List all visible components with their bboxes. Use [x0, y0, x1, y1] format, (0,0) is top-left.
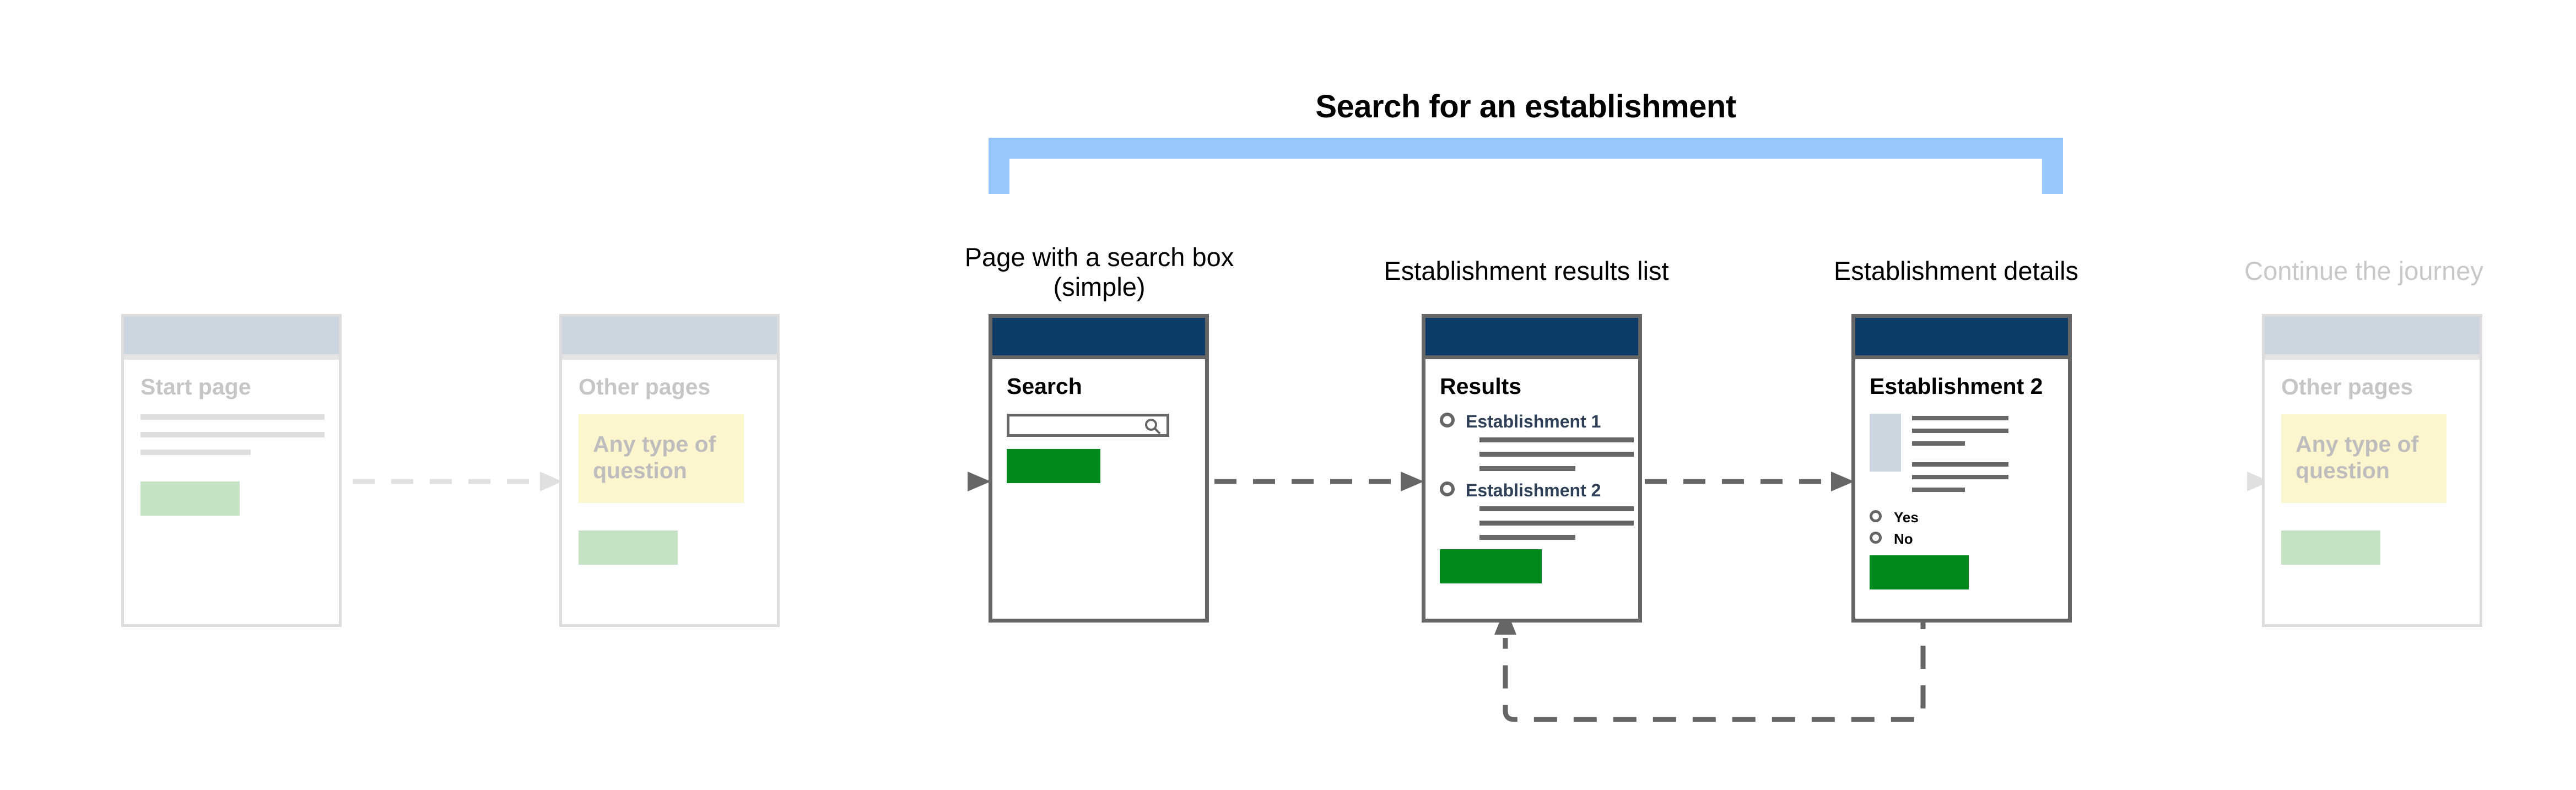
connector-other-to-search: [782, 469, 991, 494]
radio-button[interactable]: [1440, 413, 1455, 428]
skeleton-line: [141, 450, 251, 455]
details-continue-button[interactable]: [1870, 555, 1969, 589]
question-text: Any type of question: [2296, 431, 2419, 484]
card-label-continue-journey: Continue the journey: [2244, 256, 2483, 285]
card-header-bar: [1855, 318, 2068, 355]
card-heading-search: Search: [1007, 374, 1082, 399]
card-header-bar: [1425, 318, 1638, 355]
radio-button[interactable]: [1440, 481, 1455, 496]
skeleton-line: [1479, 452, 1634, 457]
result-item[interactable]: Establishment 2: [1440, 480, 1634, 540]
card-results-list: Results Establishment 1 Establishment 2: [1422, 314, 1642, 623]
card-divider: [2265, 354, 2480, 360]
card-divider: [1855, 355, 2068, 359]
question-block: Any type of question: [2281, 414, 2447, 503]
card-continue-journey: Other pages Any type of question: [2262, 314, 2482, 627]
question-text: Any type of question: [593, 431, 716, 484]
result-detail-lines: [1479, 437, 1634, 471]
card-heading-results: Results: [1440, 374, 1522, 399]
question-block: Any type of question: [579, 414, 744, 503]
skeleton-line: [141, 414, 325, 420]
diagram-canvas: Search for an establishment Start page O…: [0, 0, 2576, 790]
primary-button-continue-journey[interactable]: [2281, 530, 2380, 565]
card-establishment-details: Establishment 2 Yes No: [1851, 314, 2072, 623]
card-heading-start-page: Start page: [141, 374, 251, 399]
card-heading-establishment-details: Establishment 2: [1870, 374, 2043, 399]
card-label-search-page: Page with a search box (simple): [964, 242, 1234, 302]
connector-search-to-results: [1214, 469, 1424, 494]
skeleton-line: [141, 432, 325, 437]
skeleton-line: [1912, 429, 2008, 433]
radio-option-no[interactable]: No: [1870, 531, 2054, 548]
skeleton-line: [1912, 441, 1965, 446]
card-divider: [562, 354, 777, 360]
image-placeholder-icon: [1870, 414, 1901, 472]
skeleton-line: [1479, 466, 1575, 471]
skeleton-line: [1912, 462, 2008, 467]
result-detail-lines: [1479, 506, 1634, 540]
skeleton-line: [1479, 437, 1634, 442]
scope-bracket-right-arm: [2042, 138, 2063, 194]
primary-button-start-page[interactable]: [141, 481, 240, 516]
card-divider: [992, 355, 1205, 359]
search-input[interactable]: [1007, 414, 1169, 437]
detail-content: [1870, 414, 2054, 500]
result-item[interactable]: Establishment 1: [1440, 412, 1634, 471]
card-divider: [124, 354, 339, 360]
skeleton-line: [1912, 416, 2008, 420]
connector-details-back-to-results: [1488, 606, 1945, 744]
page-title: Search for an establishment: [1315, 89, 1736, 125]
connector-results-to-details: [1645, 469, 1854, 494]
skeleton-line: [1912, 488, 1965, 492]
radio-label-no: No: [1894, 531, 1913, 547]
card-heading-other-pages: Other pages: [579, 374, 711, 399]
results-continue-button[interactable]: [1440, 549, 1542, 583]
card-header-bar: [124, 317, 339, 354]
magnifier-icon: [1145, 419, 1161, 435]
scope-bracket-top: [989, 138, 2063, 159]
card-start-page: Start page: [121, 314, 342, 627]
skeleton-line: [1479, 506, 1634, 511]
radio-label-yes: Yes: [1894, 509, 1919, 526]
card-other-pages: Other pages Any type of question: [559, 314, 780, 627]
radio-option-yes[interactable]: Yes: [1870, 509, 2054, 526]
card-search-page: Search: [989, 314, 1209, 623]
skeleton-line: [1479, 521, 1634, 526]
radio-button[interactable]: [1870, 510, 1882, 522]
search-submit-button[interactable]: [1007, 449, 1100, 483]
radio-button[interactable]: [1870, 532, 1882, 544]
detail-text-lines: [1912, 414, 2008, 500]
connector-start-to-other: [353, 469, 562, 494]
card-header-bar: [562, 317, 777, 354]
scope-bracket-left-arm: [989, 138, 1009, 194]
card-header-bar: [992, 318, 1205, 355]
result-name: Establishment 2: [1466, 480, 1601, 500]
card-divider: [1425, 355, 1638, 359]
skeleton-line: [1479, 535, 1575, 540]
skeleton-line: [1912, 475, 2008, 479]
skeleton-lines: [141, 414, 325, 455]
connector-details-to-continue: [2074, 469, 2270, 494]
card-heading-other-pages-2: Other pages: [2281, 374, 2413, 399]
card-header-bar: [2265, 317, 2480, 354]
result-name: Establishment 1: [1466, 412, 1601, 431]
primary-button-other-pages[interactable]: [579, 530, 678, 565]
